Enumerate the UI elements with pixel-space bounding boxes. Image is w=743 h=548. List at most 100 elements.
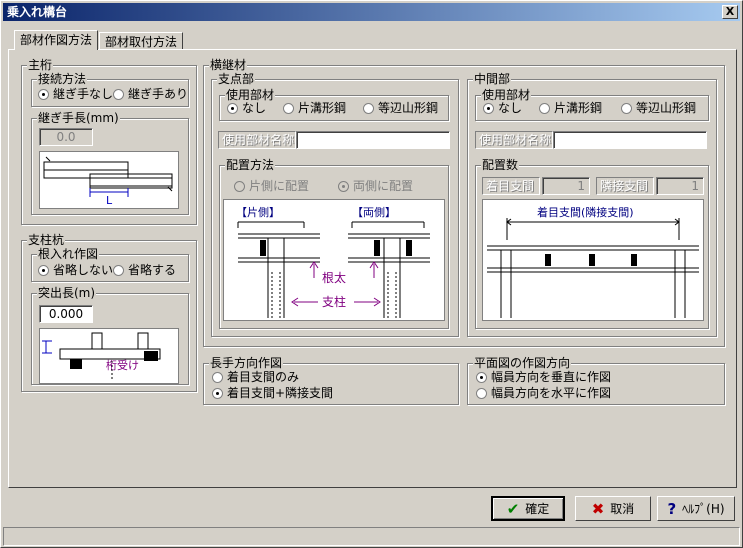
count-caption: 配置数 xyxy=(481,158,520,172)
joint-length-caption: 継ぎ手長(mm) xyxy=(37,111,120,125)
support-material-name-label: 使用部材名称 xyxy=(218,131,296,149)
radio-label: 継ぎ手なし xyxy=(53,87,114,101)
close-icon: X xyxy=(725,5,735,18)
placement-one-side-radio[interactable]: 片側に配置 xyxy=(234,179,309,193)
cancel-button-label: 取消 xyxy=(610,502,635,516)
radio-label: なし xyxy=(498,101,523,115)
tab-mounting-method-label: 部材取付方法 xyxy=(105,35,178,49)
radio-label: 両側に配置 xyxy=(353,179,414,193)
radio-label: 着目支間のみ xyxy=(227,370,300,384)
radio-label: 着目支間+隣接支間 xyxy=(227,386,334,400)
middle-material-name-field[interactable] xyxy=(553,131,707,149)
radio-label: 幅員方向を垂直に作図 xyxy=(491,370,612,384)
support-material-name-field[interactable] xyxy=(296,131,450,149)
support-material-none-radio[interactable]: なし xyxy=(227,101,266,115)
plan-horizontal-radio[interactable]: 幅員方向を水平に作図 xyxy=(476,386,611,400)
radio-label: 片側に配置 xyxy=(249,179,310,193)
support-material-channel-radio[interactable]: 片溝形鋼 xyxy=(283,101,346,115)
root-omit-radio[interactable]: 省略する xyxy=(113,263,176,277)
radio-icon xyxy=(621,102,632,114)
joint-diagram-svg: L xyxy=(43,156,173,207)
long-target-adjacent-radio[interactable]: 着目支間+隣接支間 xyxy=(212,386,333,400)
post-caption: 支柱杭 xyxy=(27,233,66,247)
placement-caption: 配置方法 xyxy=(225,158,276,172)
radio-label: 幅員方向を水平に作図 xyxy=(491,386,612,400)
cross-icon: ✖ xyxy=(591,499,605,518)
root-not-omit-radio[interactable]: 省略しない xyxy=(38,263,113,277)
plan-vertical-radio[interactable]: 幅員方向を垂直に作図 xyxy=(476,370,611,384)
status-bar xyxy=(3,527,740,546)
adjacent-span-count-field[interactable]: 1 xyxy=(656,177,704,195)
placement-both-sides-radio[interactable]: 両側に配置 xyxy=(338,179,413,193)
middle-material-angle-radio[interactable]: 等辺山形鋼 xyxy=(621,101,696,115)
radio-label: 等辺山形鋼 xyxy=(378,101,439,115)
tab-drawing-method[interactable]: 部材作図方法 xyxy=(14,30,99,50)
help-button[interactable]: ? ﾍﾙﾌﾟ(H) xyxy=(657,496,735,521)
protrusion-diagram: 桁受け xyxy=(39,328,179,384)
middle-material-none-radio[interactable]: なし xyxy=(483,101,522,115)
radio-icon xyxy=(212,387,223,399)
middle-section-caption: 中間部 xyxy=(473,72,512,86)
radio-icon xyxy=(363,102,374,114)
radio-icon xyxy=(539,102,550,114)
radio-icon xyxy=(113,264,124,276)
cancel-button[interactable]: ✖ 取消 xyxy=(575,496,651,521)
dialog-window: 乗入れ構台 X 部材作図方法 部材取付方法 主桁 接続方法 継ぎ手なし 継ぎ手あ… xyxy=(0,0,743,548)
joint-length-field[interactable]: 0.0 xyxy=(39,128,93,146)
middle-material-name-label: 使用部材名称 xyxy=(475,131,553,149)
count-diagram: 着目支間(隣接支間) xyxy=(482,199,704,321)
help-icon: ? xyxy=(667,499,677,518)
long-target-only-radio[interactable]: 着目支間のみ xyxy=(212,370,299,384)
close-button[interactable]: X xyxy=(722,5,738,19)
support-material-caption: 使用部材 xyxy=(225,88,276,102)
radio-label: 片溝形鋼 xyxy=(554,101,603,115)
radio-icon xyxy=(38,88,49,100)
ok-button[interactable]: ✔ 確定 xyxy=(491,496,565,521)
main-girder-caption: 主桁 xyxy=(27,58,54,72)
joint-method-caption: 接続方法 xyxy=(37,72,88,86)
radio-label: 継ぎ手あり xyxy=(128,87,189,101)
ok-button-label: 確定 xyxy=(525,502,550,516)
count-diagram-svg: 着目支間(隣接支間) xyxy=(487,205,699,318)
placement-diagram: 【片側】 【両側】 根太 支柱 xyxy=(223,199,445,321)
radio-icon xyxy=(113,88,124,100)
window-title: 乗入れ構台 xyxy=(7,5,68,19)
tab-mounting-method[interactable]: 部材取付方法 xyxy=(99,32,184,50)
girder-support-label: 桁受け xyxy=(106,358,139,372)
protrusion-caption: 突出長(m) xyxy=(37,286,97,300)
middle-material-channel-radio[interactable]: 片溝形鋼 xyxy=(539,101,602,115)
radio-label: 省略しない xyxy=(53,263,114,277)
radio-label: 片溝形鋼 xyxy=(298,101,347,115)
long-direction-caption: 長手方向作図 xyxy=(209,356,284,370)
help-button-label: ﾍﾙﾌﾟ(H) xyxy=(682,502,725,516)
radio-label: 等辺山形鋼 xyxy=(636,101,697,115)
cross-beam-caption: 横継材 xyxy=(209,58,248,72)
plan-direction-caption: 平面図の作図方向 xyxy=(473,356,572,370)
middle-material-caption: 使用部材 xyxy=(481,88,532,102)
target-span-label: 着目支間 xyxy=(482,177,540,195)
tab-drawing-method-label: 部材作図方法 xyxy=(20,33,93,47)
one-side-label: 【片側】 xyxy=(236,206,280,219)
adjacent-span-label: 隣接支間 xyxy=(596,177,654,195)
radio-label: なし xyxy=(242,101,267,115)
target-span-count-field[interactable]: 1 xyxy=(542,177,590,195)
both-sides-label: 【両側】 xyxy=(352,206,396,219)
placement-diagram-svg: 【片側】 【両側】 根太 支柱 xyxy=(236,206,430,318)
radio-icon xyxy=(38,264,49,276)
protrusion-field[interactable]: 0.000 xyxy=(39,305,93,323)
root-drawing-caption: 根入れ作図 xyxy=(37,247,100,261)
radio-icon xyxy=(283,102,294,114)
support-section-caption: 支点部 xyxy=(217,72,256,86)
radio-icon xyxy=(476,387,487,399)
root-length-label: 根太 xyxy=(322,270,346,285)
title-bar[interactable]: 乗入れ構台 X xyxy=(3,3,740,21)
post-label: 支柱 xyxy=(322,294,346,309)
radio-icon xyxy=(227,102,238,114)
joint-none-radio[interactable]: 継ぎ手なし xyxy=(38,87,113,101)
joint-diagram: L xyxy=(39,151,179,209)
radio-label: 省略する xyxy=(128,263,177,277)
radio-icon xyxy=(476,371,487,383)
joint-exists-radio[interactable]: 継ぎ手あり xyxy=(113,87,188,101)
support-material-angle-radio[interactable]: 等辺山形鋼 xyxy=(363,101,438,115)
protrusion-diagram-svg: 桁受け xyxy=(42,332,161,381)
